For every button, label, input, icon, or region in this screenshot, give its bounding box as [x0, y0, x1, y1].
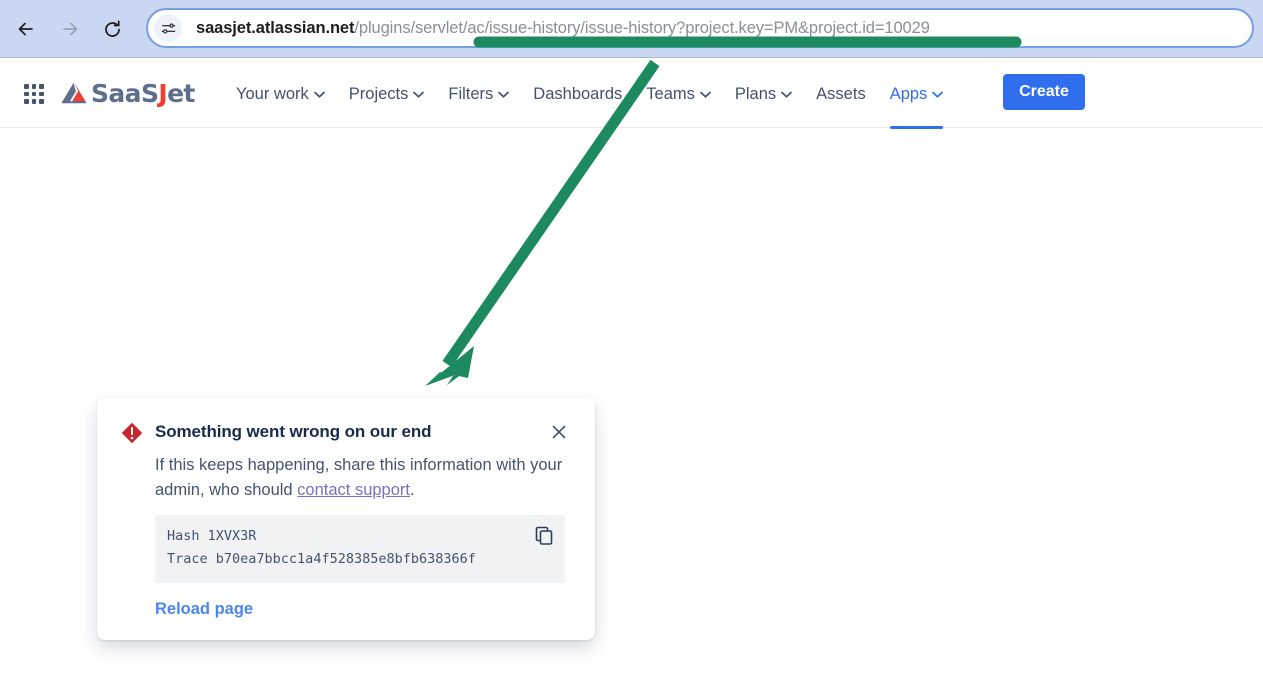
grid-dot — [24, 99, 29, 104]
url-host: saasjet.atlassian.net — [196, 18, 355, 37]
browser-forward-button[interactable] — [54, 13, 86, 45]
copy-duplicate-icon — [535, 526, 553, 545]
close-icon[interactable] — [547, 420, 571, 444]
grid-dot — [39, 84, 44, 89]
browser-toolbar: saasjet.atlassian.net/plugins/servlet/ac… — [0, 0, 1263, 58]
chevron-down-icon — [313, 91, 325, 98]
nav-item-filters[interactable]: Filters — [436, 79, 521, 110]
error-dialog-header: Something went wrong on our end — [121, 420, 571, 444]
site-settings-icon[interactable] — [154, 14, 182, 42]
browser-reload-button[interactable] — [96, 13, 128, 45]
reload-page-link[interactable]: Reload page — [155, 600, 253, 619]
trace-line: Trace b70ea7bbcc1a4f528385e8bfb638366f — [167, 548, 553, 571]
nav-item-assets[interactable]: Assets — [804, 79, 878, 110]
error-details-code-block: Hash 1XVX3R Trace b70ea7bbcc1a4f528385e8… — [155, 515, 565, 583]
nav-item-plans[interactable]: Plans — [723, 79, 804, 110]
nav-item-dashboards[interactable]: Dashboards — [521, 79, 634, 110]
trace-label: Trace — [167, 551, 208, 567]
grid-dot — [24, 91, 29, 97]
nav-item-label: Your work — [236, 84, 309, 103]
nav-item-projects[interactable]: Projects — [337, 79, 437, 110]
grid-dot — [31, 91, 37, 97]
browser-back-button[interactable] — [10, 13, 42, 45]
error-body-suffix: . — [410, 481, 415, 499]
hash-label: Hash — [167, 528, 200, 544]
url-path: /plugins/servlet/ac/issue-history/issue-… — [354, 18, 930, 37]
brand-text-j: J — [158, 78, 168, 108]
error-dialog: Something went wrong on our end If this … — [97, 398, 595, 640]
create-button[interactable]: Create — [1003, 74, 1085, 110]
contact-support-link[interactable]: contact support — [297, 481, 410, 499]
nav-item-label: Projects — [348, 84, 409, 103]
saasjet-triangle-icon — [62, 82, 86, 104]
nav-item-label: Filters — [448, 84, 494, 103]
brand-text-et: et — [167, 78, 195, 108]
jira-nav-items: Your work Projects Filters Dashboards Te… — [224, 76, 956, 129]
back-arrow-icon — [18, 22, 33, 36]
address-bar[interactable]: saasjet.atlassian.net/plugins/servlet/ac… — [146, 8, 1254, 48]
error-diamond-icon — [121, 422, 143, 444]
url-text[interactable]: saasjet.atlassian.net/plugins/servlet/ac… — [196, 19, 930, 38]
nav-item-label: Apps — [889, 84, 928, 103]
close-x-icon — [552, 425, 566, 439]
nav-item-your-work[interactable]: Your work — [224, 79, 337, 110]
error-dialog-title: Something went wrong on our end — [155, 422, 432, 441]
grid-dot — [24, 84, 29, 89]
chevron-down-icon — [700, 91, 711, 98]
pointer-arrow-head — [425, 349, 471, 386]
nav-item-label: Assets — [816, 84, 866, 103]
saasjet-logo[interactable]: SaaSJet — [60, 76, 195, 110]
hash-line: Hash 1XVX3R — [167, 525, 553, 548]
grid-dot — [31, 84, 37, 89]
reload-icon — [104, 20, 120, 37]
grid-dot — [31, 99, 37, 104]
chevron-down-icon — [932, 91, 944, 98]
chevron-down-icon — [413, 91, 425, 98]
chevron-down-icon — [498, 91, 510, 98]
nav-item-label: Teams — [646, 84, 695, 103]
nav-item-label: Plans — [734, 84, 777, 103]
grid-dot — [39, 99, 44, 104]
forward-arrow-icon — [63, 22, 78, 36]
nav-item-apps[interactable]: Apps — [878, 79, 956, 129]
nav-item-teams[interactable]: Teams — [634, 79, 723, 110]
grid-dot — [39, 91, 44, 97]
error-dialog-body: If this keeps happening, share this info… — [155, 453, 563, 503]
active-tab-underline — [889, 125, 944, 129]
nav-item-label: Dashboards — [533, 84, 623, 103]
copy-icon[interactable] — [531, 523, 557, 549]
app-switcher-icon[interactable] — [20, 80, 48, 108]
tune-sliders-icon — [161, 22, 175, 34]
chevron-down-icon — [781, 91, 793, 98]
trace-value: b70ea7bbcc1a4f528385e8bfb638366f — [215, 551, 476, 567]
brand-text-saas: SaaS — [91, 78, 159, 108]
hash-value: 1XVX3R — [207, 528, 257, 544]
pointer-arrow-head-fill — [424, 346, 474, 387]
